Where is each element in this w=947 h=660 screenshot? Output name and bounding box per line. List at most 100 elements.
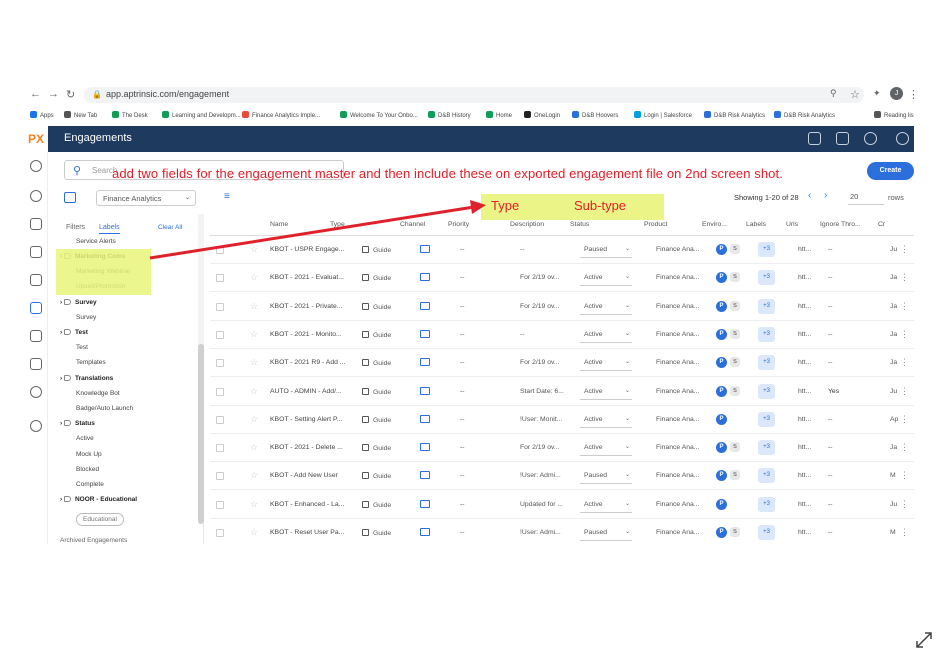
search-nav-icon[interactable] xyxy=(30,160,42,172)
hierarchy-icon[interactable] xyxy=(30,358,42,370)
next-page-icon[interactable]: › xyxy=(824,190,827,201)
engagement-name[interactable]: KBOT - 2021 - Private... xyxy=(270,303,346,310)
label-group[interactable]: › Status xyxy=(60,420,95,427)
labels-badge[interactable]: +3 xyxy=(758,411,775,427)
status-select[interactable]: Active ⌄ xyxy=(580,269,632,287)
label-item[interactable]: Survey xyxy=(76,314,96,321)
row-menu-icon[interactable]: ⋮ xyxy=(900,244,909,255)
label-item[interactable]: Badge/Auto Launch xyxy=(76,405,133,412)
favorite-star-icon[interactable]: ☆ xyxy=(250,499,258,510)
bookmark-item[interactable]: D&B Risk Analytics xyxy=(704,111,765,119)
label-item[interactable]: Active xyxy=(76,435,94,442)
favorite-star-icon[interactable]: ☆ xyxy=(250,442,258,453)
favorite-star-icon[interactable]: ☆ xyxy=(250,470,258,481)
bookmark-item[interactable]: New Tab xyxy=(64,111,97,119)
forward-icon[interactable]: → xyxy=(48,88,59,100)
help-icon[interactable] xyxy=(896,132,909,145)
column-header[interactable]: Name xyxy=(270,221,288,228)
row-menu-icon[interactable]: ⋮ xyxy=(900,329,909,340)
table-row[interactable]: ☆ KBOT - USPR Engage... Guide -- -- Paused ⌄ Fi… xyxy=(210,236,914,264)
expand-icon[interactable] xyxy=(914,630,934,650)
bookmark-item[interactable]: Reading list xyxy=(874,111,914,119)
column-header[interactable]: Urls xyxy=(786,221,798,228)
status-select[interactable]: Paused ⌄ xyxy=(580,241,632,258)
row-menu-icon[interactable]: ⋮ xyxy=(900,442,909,453)
briefcase-icon[interactable] xyxy=(30,246,42,258)
prev-page-icon[interactable]: ‹ xyxy=(808,190,811,201)
row-checkbox[interactable] xyxy=(216,302,224,311)
label-item[interactable]: Mock Up xyxy=(76,451,102,458)
row-menu-icon[interactable]: ⋮ xyxy=(900,272,909,283)
px-logo[interactable]: PX xyxy=(24,126,48,152)
create-button[interactable]: Create xyxy=(867,162,914,180)
labels-badge[interactable]: +3 xyxy=(758,468,775,484)
bookmark-item[interactable]: Login | Salesforce xyxy=(634,111,692,119)
analytics-icon[interactable] xyxy=(30,218,42,230)
tab-labels[interactable]: Labels xyxy=(99,224,120,234)
label-item[interactable]: Test xyxy=(76,344,88,351)
label-item[interactable]: Complete xyxy=(76,481,104,488)
table-row[interactable]: ☆ KBOT - 2021 - Private... Guide -- For 2/19… xyxy=(210,293,914,321)
table-row[interactable]: ☆ KBOT - Enhanced - La... Guide -- Updated f… xyxy=(210,491,914,519)
status-select[interactable]: Active ⌄ xyxy=(580,298,632,315)
engagement-icon[interactable] xyxy=(30,302,42,314)
favorite-star-icon[interactable]: ☆ xyxy=(250,329,258,340)
labels-badge[interactable]: +3 xyxy=(758,525,775,540)
table-row[interactable]: ☆ KBOT - 2021 R9 - Add ... Guide -- For 2/19… xyxy=(210,349,914,378)
engagement-name[interactable]: KBOT - USPR Engage... xyxy=(270,246,346,253)
table-row[interactable]: ☆ AUTO - ADMIN - Add/... Guide -- Start Date… xyxy=(210,378,914,406)
status-select[interactable]: Active ⌄ xyxy=(580,496,632,513)
row-checkbox[interactable] xyxy=(216,415,224,424)
labels-badge[interactable]: +3 xyxy=(758,440,775,456)
status-select[interactable]: Active ⌄ xyxy=(580,411,632,428)
bookmark-item[interactable]: The Desk xyxy=(112,111,148,119)
menu-icon[interactable]: ⋮ xyxy=(908,88,914,101)
row-checkbox[interactable] xyxy=(216,387,224,396)
bookmark-item[interactable]: Finance Analytics Imple... xyxy=(242,111,320,119)
status-select[interactable]: Paused ⌄ xyxy=(580,467,632,485)
chart-icon[interactable] xyxy=(30,274,42,286)
label-item[interactable]: Service Alerts xyxy=(76,238,116,245)
bookmark-star-icon[interactable]: ☆ xyxy=(850,88,860,101)
pie-chart-icon[interactable] xyxy=(30,386,42,398)
labels-badge[interactable]: +3 xyxy=(758,242,775,257)
engagement-name[interactable]: KBOT - Setting Alert P... xyxy=(270,416,346,423)
engagement-name[interactable]: AUTO - ADMIN - Add/... xyxy=(270,388,346,395)
row-checkbox[interactable] xyxy=(216,330,224,339)
favorite-star-icon[interactable]: ☆ xyxy=(250,527,258,538)
filter-scrollbar-thumb[interactable] xyxy=(198,344,204,524)
globe-icon[interactable] xyxy=(864,132,877,145)
engagement-name[interactable]: KBOT - 2021 - Evaluat... xyxy=(270,274,346,281)
row-menu-icon[interactable]: ⋮ xyxy=(900,357,909,368)
back-icon[interactable]: ← xyxy=(30,88,41,100)
label-item[interactable]: Knowledge Bot xyxy=(76,390,120,397)
column-header[interactable]: Description xyxy=(510,221,544,228)
settings-icon[interactable] xyxy=(30,420,42,432)
label-group[interactable]: › Translations xyxy=(60,374,113,382)
education-icon[interactable] xyxy=(30,330,42,342)
table-row[interactable]: ☆ KBOT - Add New User Guide -- !User: Admi..… xyxy=(210,462,914,491)
row-checkbox[interactable] xyxy=(216,444,224,453)
row-checkbox[interactable] xyxy=(216,274,224,283)
column-header[interactable]: Cr xyxy=(878,221,885,228)
bookmark-item[interactable]: Home xyxy=(486,111,512,119)
url-bar[interactable]: 🔒 app.aptrinsic.com/engagement xyxy=(84,87,864,103)
label-item[interactable]: Educational xyxy=(76,513,124,527)
chat-icon[interactable] xyxy=(808,132,821,145)
status-select[interactable]: Active ⌄ xyxy=(580,354,632,372)
product-filter-select[interactable]: Finance Analytics ⌄ xyxy=(96,190,196,206)
tab-filters[interactable]: Filters xyxy=(66,224,85,231)
avatar[interactable]: J xyxy=(890,87,903,100)
favorite-star-icon[interactable]: ☆ xyxy=(250,357,258,368)
bookmark-item[interactable]: D&B Hoovers xyxy=(572,111,618,119)
rows-per-page-select[interactable]: 20 xyxy=(848,189,884,205)
status-select[interactable]: Active ⌄ xyxy=(580,439,632,457)
key-icon[interactable]: ⚲ xyxy=(830,88,837,99)
dashboard-icon[interactable] xyxy=(30,190,42,202)
row-menu-icon[interactable]: ⋮ xyxy=(900,386,909,397)
row-menu-icon[interactable]: ⋮ xyxy=(900,414,909,425)
column-header[interactable]: Status xyxy=(570,221,589,228)
bookmark-item[interactable]: D&B History xyxy=(428,111,471,119)
favorite-star-icon[interactable]: ☆ xyxy=(250,272,258,283)
label-group[interactable]: › NOOR - Educational xyxy=(60,496,137,503)
